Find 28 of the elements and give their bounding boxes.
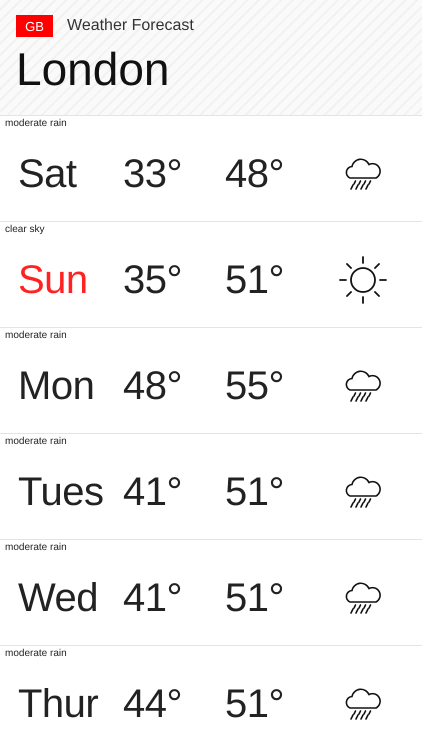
day-name: Thur: [17, 682, 100, 726]
day-name: Tues: [17, 470, 104, 514]
day-name: Sun: [17, 258, 89, 302]
condition-label: moderate rain: [4, 435, 68, 449]
condition-label: moderate rain: [4, 329, 68, 343]
low-temperature: 41°: [123, 470, 183, 514]
low-temperature: 48°: [123, 364, 183, 408]
high-temperature: 51°: [225, 470, 285, 514]
high-temperature: 51°: [225, 682, 285, 726]
high-temperature: 51°: [225, 576, 285, 620]
high-temperature: 48°: [225, 152, 285, 196]
low-temperature: 35°: [123, 258, 183, 302]
condition-label: moderate rain: [4, 117, 68, 131]
high-temperature: 51°: [225, 258, 285, 302]
day-name: Wed: [17, 576, 100, 620]
low-temperature: 44°: [123, 682, 183, 726]
city-name: London: [15, 42, 170, 97]
low-temperature: 41°: [123, 576, 183, 620]
condition-label: clear sky: [4, 223, 46, 237]
country-badge: GB: [16, 15, 53, 37]
condition-label: moderate rain: [4, 541, 68, 555]
app-title: Weather Forecast: [67, 17, 194, 35]
sun-icon: [338, 255, 388, 305]
low-temperature: 33°: [123, 152, 183, 196]
day-name: Sat: [17, 152, 78, 196]
high-temperature: 55°: [225, 364, 285, 408]
condition-label: moderate rain: [4, 647, 68, 661]
day-name: Mon: [17, 364, 96, 408]
